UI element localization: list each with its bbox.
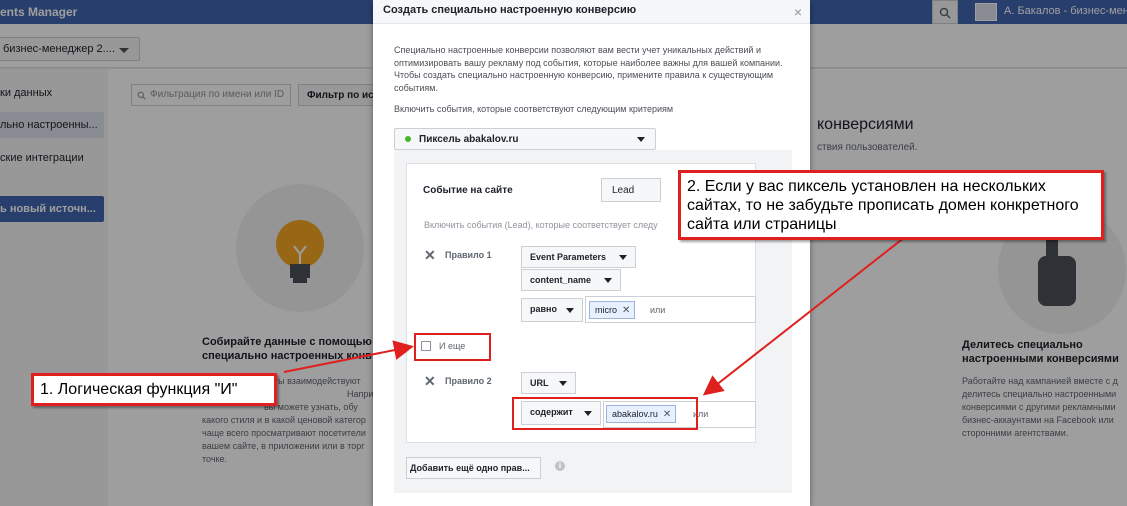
arrow-to-and bbox=[283, 340, 414, 373]
callout-and: 1. Логическая функция "И" bbox=[31, 373, 277, 406]
annotation-arrows bbox=[283, 236, 906, 396]
callout-domain: 2. Если у вас пиксель установлен на неск… bbox=[678, 170, 1104, 240]
arrow-to-url bbox=[702, 236, 906, 396]
